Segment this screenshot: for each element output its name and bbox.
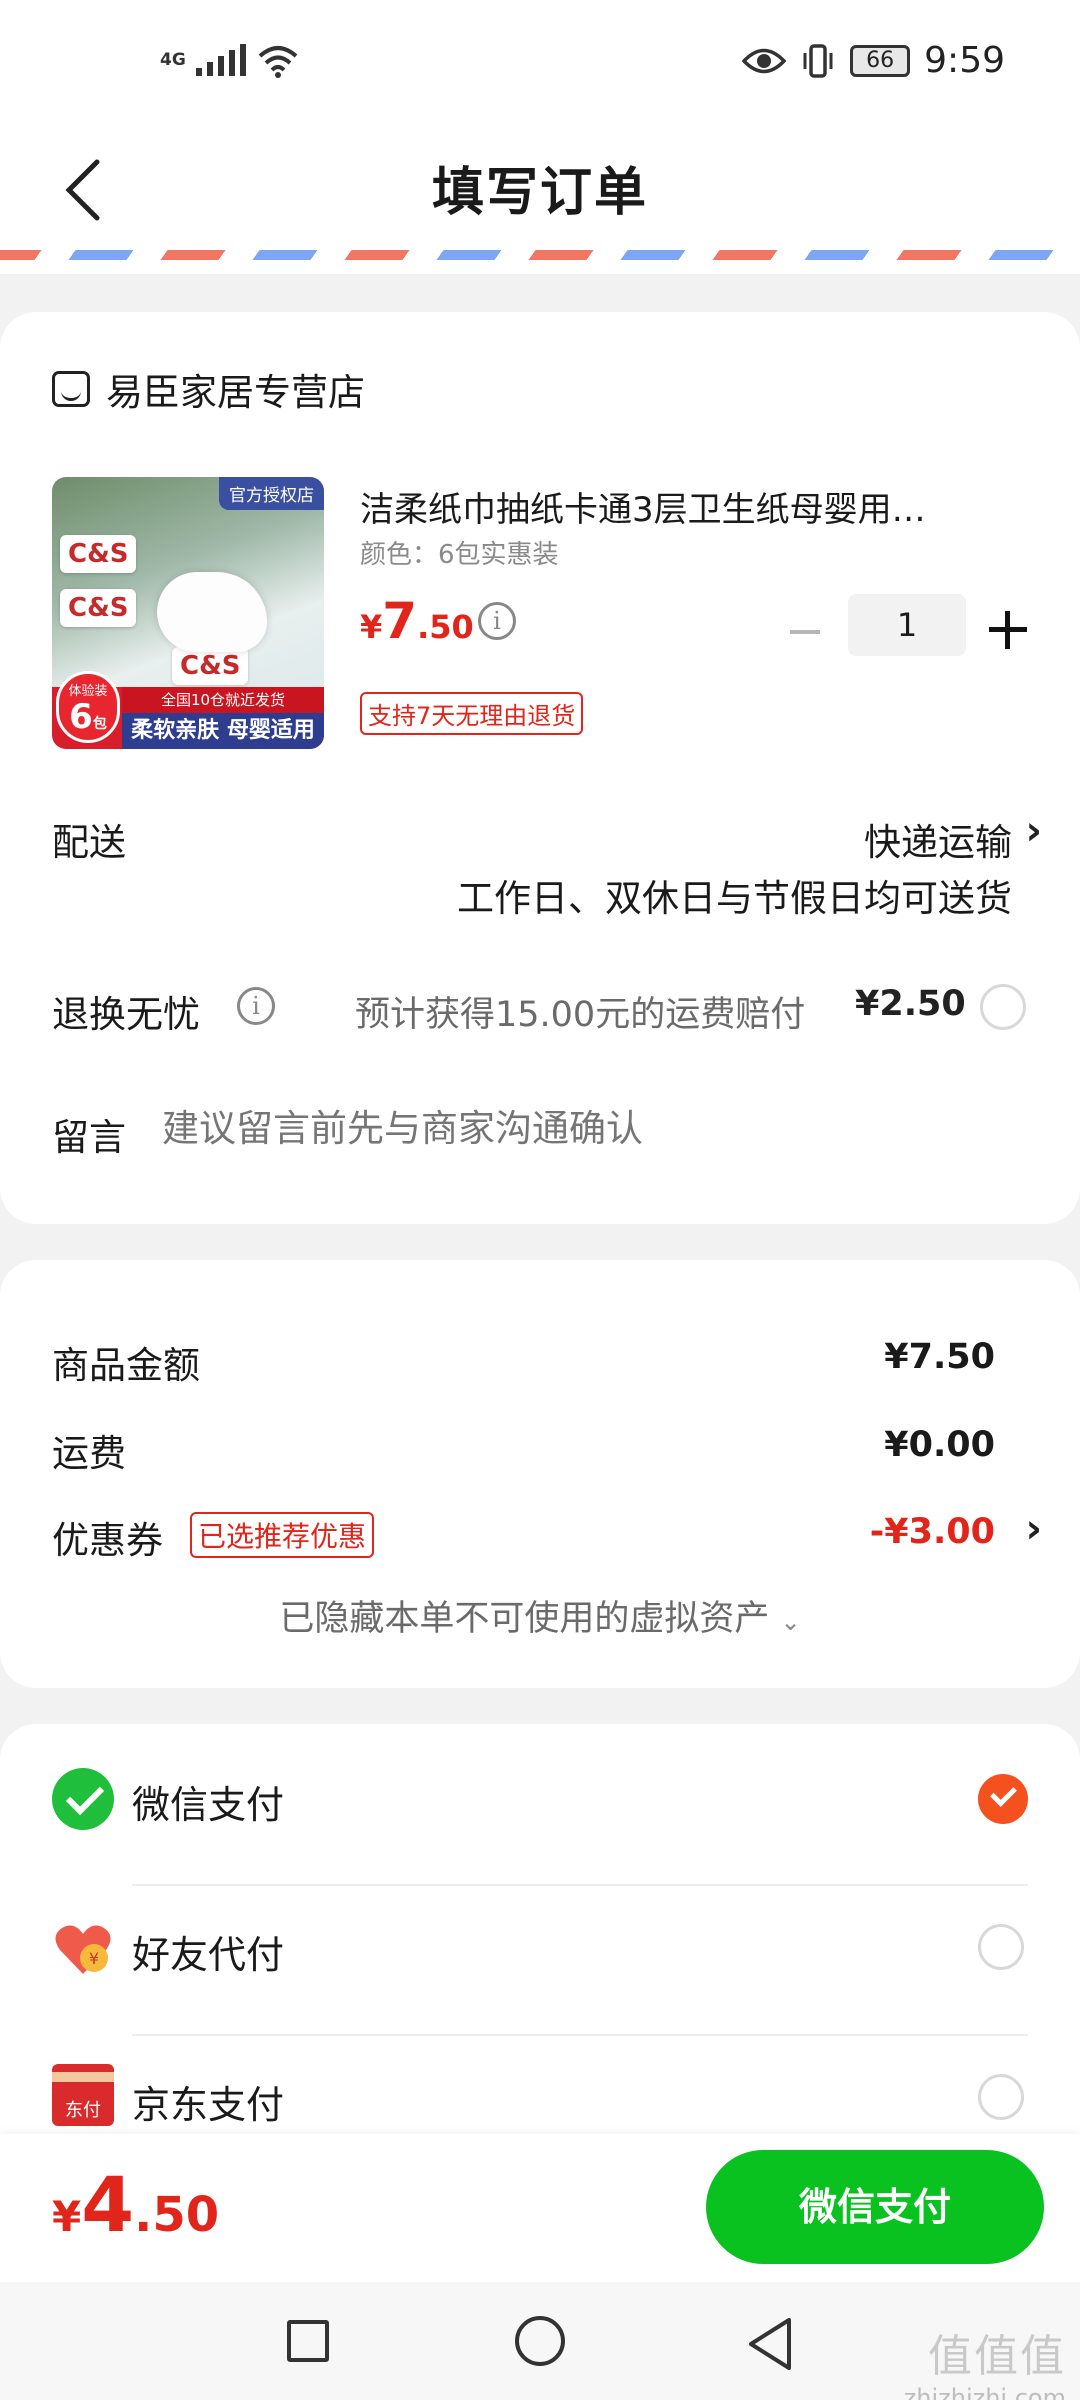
jd-pay-icon: 东付 [52,2064,114,2126]
eye-comfort-icon [742,48,787,73]
airmail-border [0,250,1080,274]
vibrate-icon [803,43,833,78]
product-box-label: C&S [60,589,137,627]
image-strip-bottom-text: 柔软亲肤 母婴适用 [122,713,324,749]
back-triangle-icon[interactable] [745,2316,795,2372]
quantity-increase-button[interactable] [985,607,1031,653]
coupon-value[interactable]: -¥3.00 [870,1512,995,1552]
cell-signal-icon [195,44,246,76]
product-box-label: C&S [172,647,249,685]
exchange-description: 预计获得15.00元的运费赔付 [355,995,806,1035]
battery-icon: 66 [850,44,911,77]
pay-button[interactable]: 微信支付 [706,2150,1044,2264]
payment-label: 好友代付 [132,1933,285,1977]
wifi-icon [258,46,298,78]
coupon-tag: 已选推荐优惠 [190,1512,375,1558]
shipping-label: 配送 [52,821,126,864]
wechat-pay-icon [52,1768,114,1830]
official-store-badge: 官方授权店 [219,477,324,510]
svg-text:¥: ¥ [89,1949,99,1968]
clock: 9:59 [924,40,1005,81]
chevron-right-icon[interactable]: › [1026,808,1042,854]
order-item-card: 易臣家居专营店 官方授权店 C&S C&S C&S 全国10仓就近发货 柔软亲肤… [0,312,1080,1224]
exchange-price: ¥2.50 [855,984,966,1024]
shipping-method[interactable]: 快递运输 [864,812,1012,866]
tissue-graphic [157,572,267,652]
recents-button[interactable] [287,2320,329,2362]
exchange-info-icon[interactable]: i [237,987,275,1025]
payment-label: 微信支付 [132,1783,285,1827]
quantity-decrease-button[interactable] [780,612,830,652]
watermark: 值值值 zhizhizhi.com [903,2331,1066,2400]
payment-radio[interactable] [978,1924,1024,1970]
page-title: 填写订单 [431,163,648,223]
product-box-label: C&S [60,535,137,573]
checkout-bar: ¥4.50 微信支付 [0,2134,1080,2282]
shipping-note: 工作日、双休日与节假日均可送货 [457,877,1012,920]
page-header: 填写订单 [0,130,1080,250]
message-label: 留言 [52,1116,126,1159]
payment-radio-checked[interactable] [978,1774,1028,1824]
payment-option-friend[interactable]: ¥ 好友代付 [0,1874,1080,2024]
pack-count-badge: 体验装 6包 [56,671,120,743]
hidden-assets-toggle[interactable]: 已隐藏本单不可使用的虚拟资产 ⌄ [0,1590,1080,1641]
store-row[interactable]: 易臣家居专营店 [52,362,365,416]
payment-methods-card: 微信支付 ¥ 好友代付 东付 京东支付 [0,1724,1080,2154]
system-nav-bar: 值值值 zhizhizhi.com [0,2282,1080,2400]
goods-amount-value: ¥7.50 [884,1337,995,1377]
exchange-radio[interactable] [980,984,1026,1030]
exchange-label: 退换无忧 [52,993,200,1036]
quantity-input[interactable]: 1 [848,594,966,656]
message-input[interactable] [162,1107,1022,1150]
price-info-icon[interactable]: i [478,602,516,640]
image-strip-top-text: 全国10仓就近发货 [122,687,324,713]
chevron-down-icon: ⌄ [780,1608,801,1636]
store-name: 易臣家居专营店 [106,371,365,414]
goods-amount-label: 商品金额 [52,1344,200,1387]
payment-option-wechat[interactable]: 微信支付 [0,1724,1080,1874]
payment-label: 京东支付 [132,2083,285,2127]
chevron-right-icon[interactable]: › [1026,1506,1042,1552]
status-right: 66 9:59 [742,40,1005,81]
home-button[interactable] [515,2316,565,2366]
store-icon [52,371,90,407]
total-price: ¥4.50 [52,2160,220,2249]
product-spec[interactable]: 颜色：6包实惠装 [360,534,559,571]
product-image[interactable]: 官方授权店 C&S C&S C&S 全国10仓就近发货 柔软亲肤 母婴适用 体验… [52,477,324,749]
product-price: ¥7.50 [360,592,474,650]
freight-value: ¥0.00 [884,1425,995,1465]
freight-label: 运费 [52,1432,126,1475]
signal-indicators: 4G [160,42,300,78]
payment-radio[interactable] [978,2074,1024,2120]
friend-pay-icon: ¥ [55,1925,111,1974]
status-bar: 4G 66 9:59 [0,0,1080,130]
return-policy-tag: 支持7天无理由退货 [360,692,584,735]
product-title[interactable]: 洁柔纸巾抽纸卡通3层卫生纸母婴用… [360,482,1010,531]
coupon-label: 优惠券 [52,1519,163,1562]
network-type: 4G [160,50,186,70]
price-summary-card: 商品金额 ¥7.50 运费 ¥0.00 优惠券 已选推荐优惠 -¥3.00 › … [0,1260,1080,1688]
